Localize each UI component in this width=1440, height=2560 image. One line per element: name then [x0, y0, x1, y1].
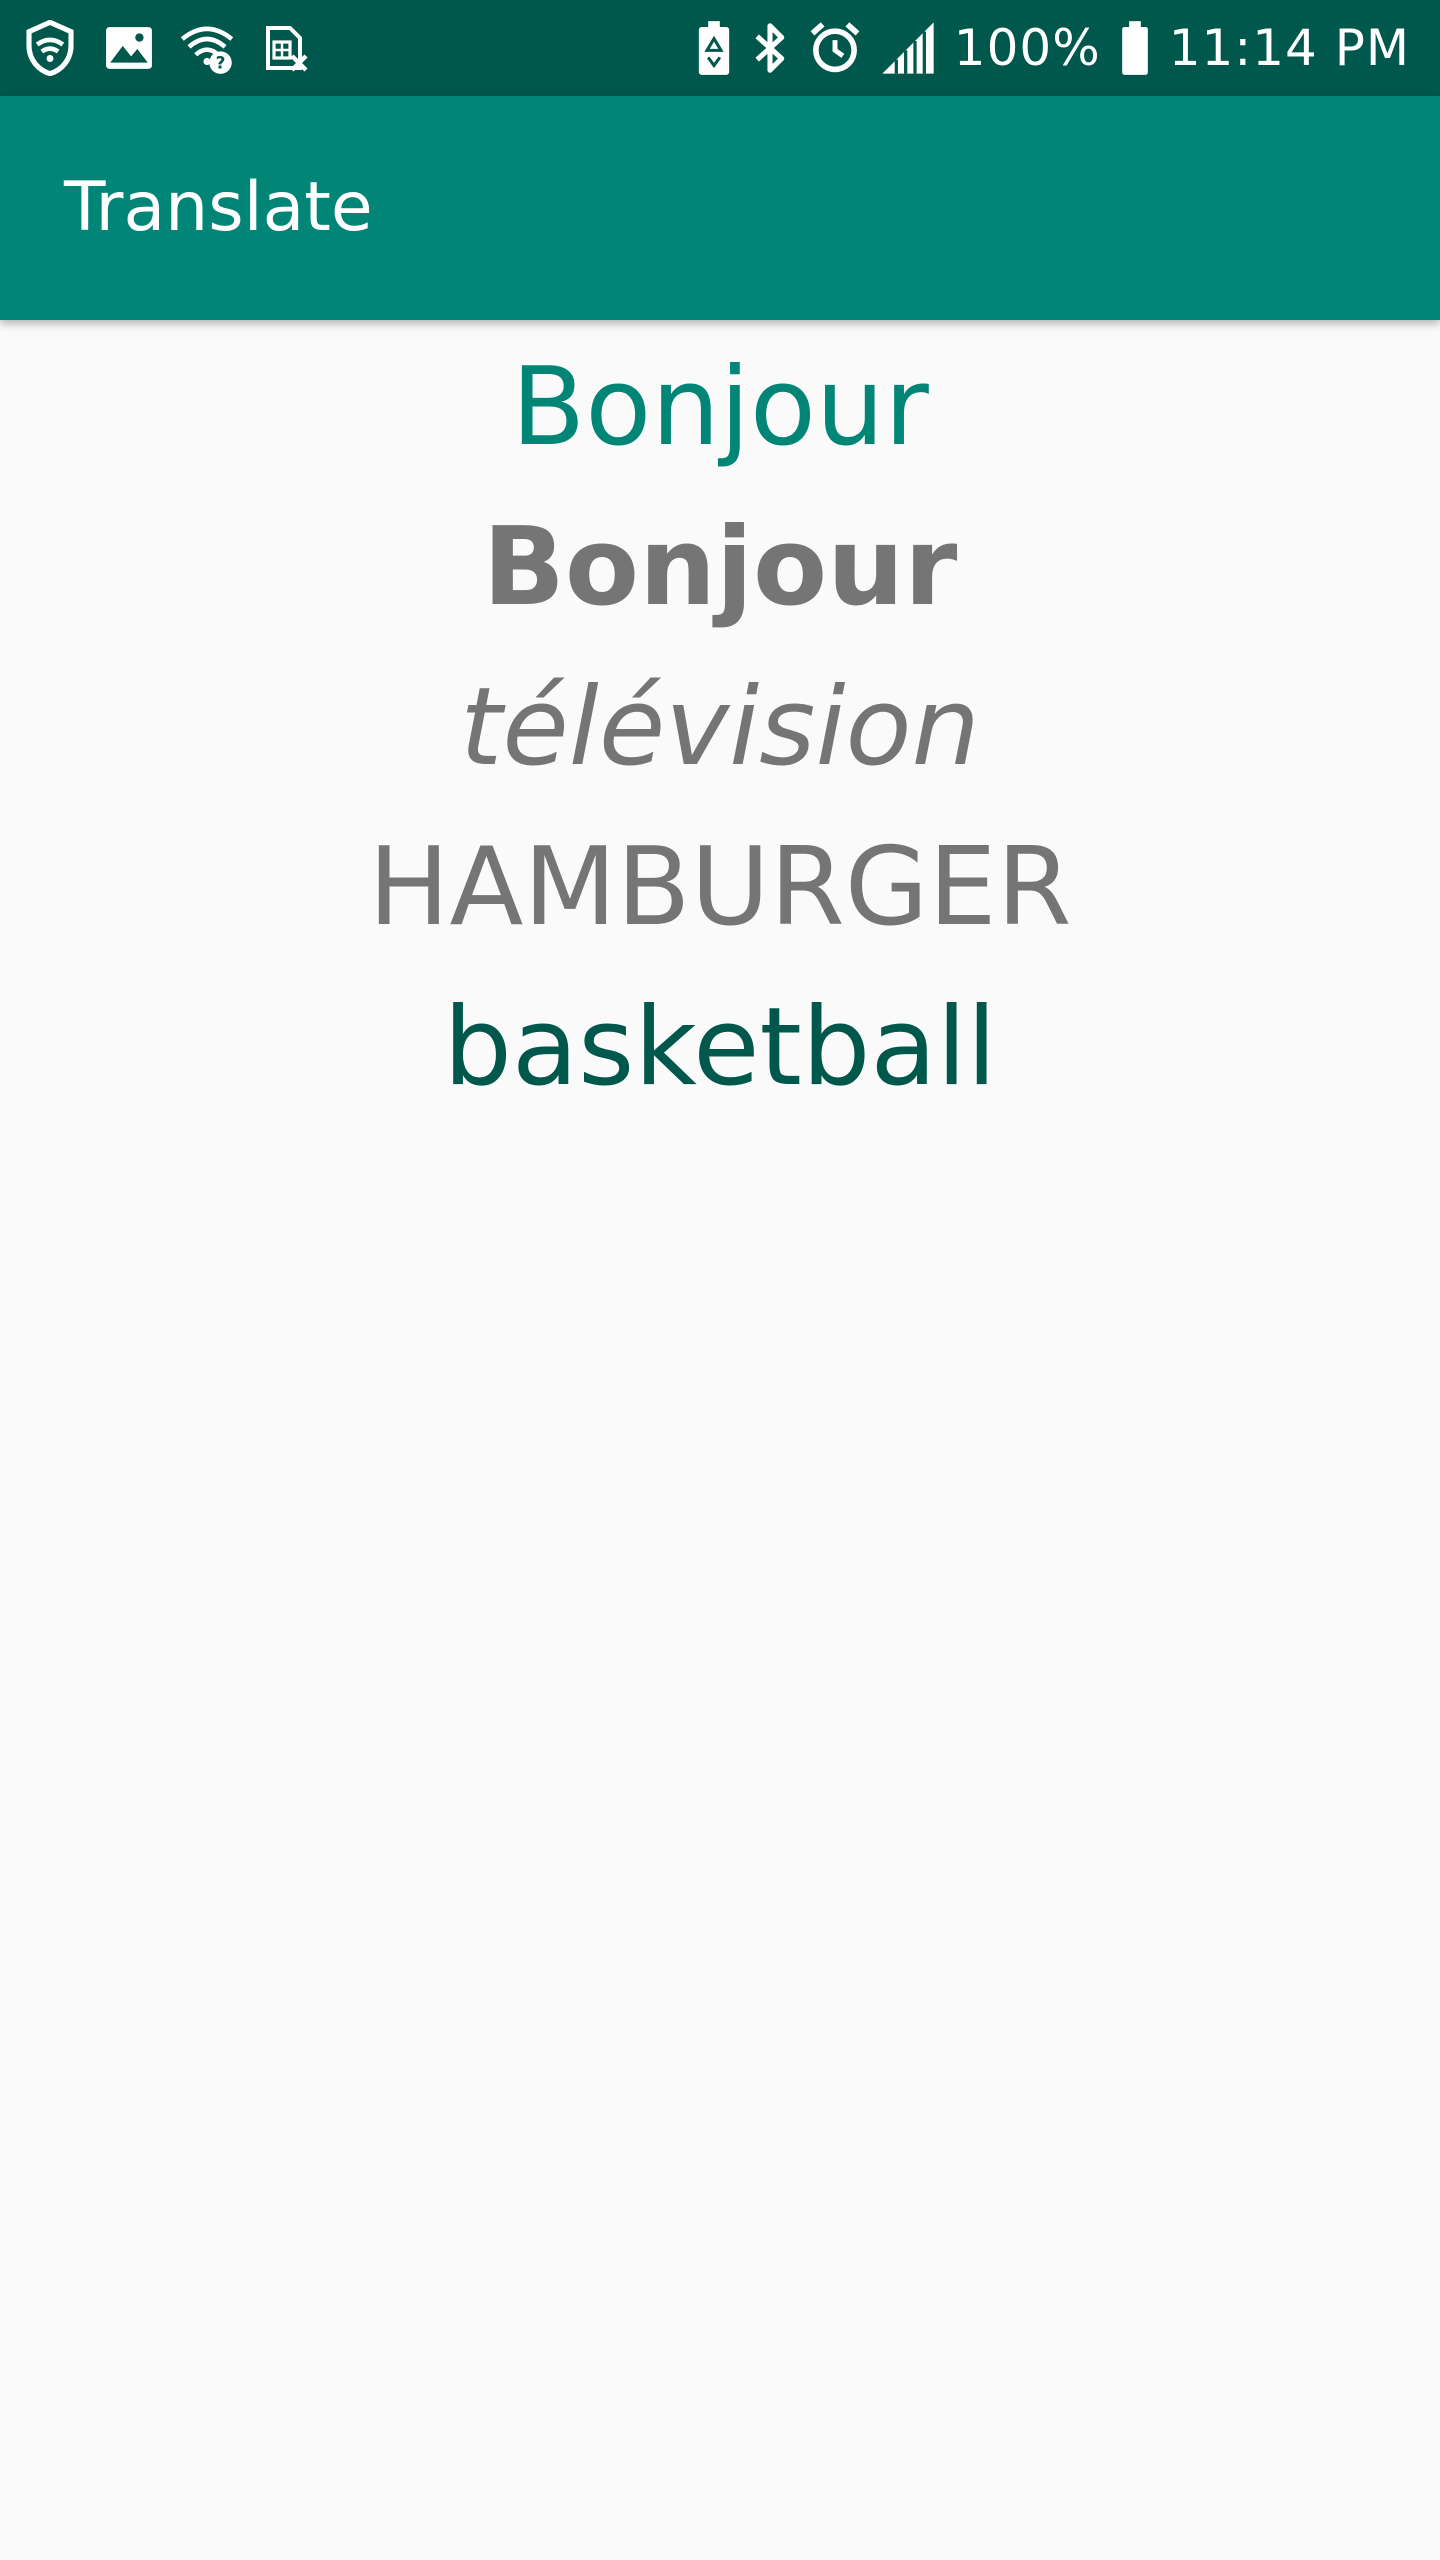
battery-icon [1119, 20, 1151, 76]
battery-percent: 100% [953, 19, 1101, 77]
status-bar: ? 100% 11:14 PM [0, 0, 1440, 96]
shield-icon [22, 20, 78, 76]
word-television-italic: télévision [460, 665, 980, 790]
signal-icon [880, 20, 936, 76]
word-list: Bonjour Bonjour télévision HAMBURGER bas… [0, 320, 1440, 2560]
status-left-icons: ? [22, 20, 308, 76]
battery-saver-icon [696, 20, 732, 76]
word-hamburger: HAMBURGER [368, 825, 1072, 950]
word-bonjour-teal: Bonjour [511, 345, 929, 470]
wifi-question-icon: ? [180, 21, 234, 75]
image-icon [104, 23, 154, 73]
svg-text:?: ? [216, 53, 226, 73]
app-title: Translate [64, 168, 373, 247]
app-toolbar: Translate [0, 96, 1440, 320]
bluetooth-icon [750, 20, 790, 76]
clock: 11:14 PM [1168, 19, 1410, 77]
word-bonjour-bold: Bonjour [482, 505, 958, 630]
status-right-icons: 100% 11:14 PM [696, 16, 1410, 80]
word-basketball: basketball [443, 985, 997, 1110]
alarm-icon [808, 21, 862, 75]
sim-error-icon [260, 23, 308, 73]
